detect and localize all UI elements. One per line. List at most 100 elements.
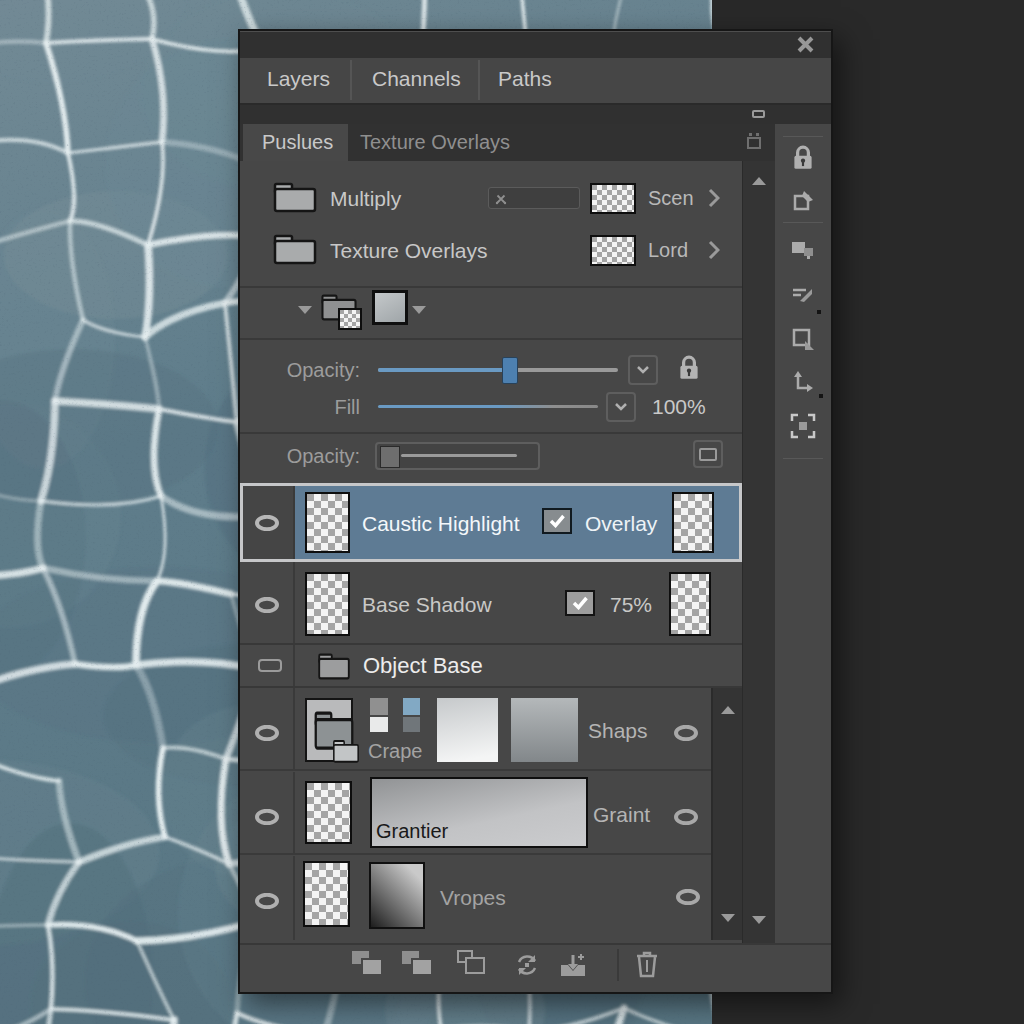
fill-label: Fill [260,395,360,419]
opacity-label: Opacity: [260,358,360,382]
group-texture-overlays-label[interactable]: Texture Overlays [330,238,488,264]
layer-mask-thumbnail[interactable] [669,572,711,636]
visibility-cell[interactable] [240,645,295,686]
layer-thumbnail[interactable] [305,492,350,553]
layer-thumbnail[interactable] [303,861,350,927]
layer-name[interactable]: Base Shadow [362,592,492,618]
tool-separator-top [783,136,823,137]
eye-icon[interactable] [254,515,280,531]
refresh-icon[interactable] [513,951,541,979]
visibility-cell[interactable] [240,772,295,853]
close-icon[interactable] [796,36,815,53]
tool-separator-bottom [783,458,823,459]
mixer-left-dropdown-icon[interactable] [298,306,312,314]
layer-thumbnail[interactable] [305,572,350,636]
opacity2-button[interactable] [693,440,723,468]
tool-separator-mid [783,222,823,223]
layer-row-vropes[interactable]: Vropes [240,856,711,940]
panel-title-bar[interactable] [240,31,831,59]
eye-icon[interactable] [254,893,280,909]
doc-tab-inactive-label[interactable]: Texture Overlays [360,130,510,154]
trash-icon[interactable] [635,949,659,979]
eye-icon-right[interactable] [673,809,699,825]
opacity-slider-handle[interactable] [502,357,518,384]
folder-icon-object-base[interactable] [317,651,351,681]
layer-row-grantier[interactable]: Grantier Graint [240,772,711,855]
panel-menu-icon[interactable] [752,110,765,118]
layer-mode-label[interactable]: Overlay [585,511,657,537]
rotate-arrows-icon[interactable] [790,370,816,396]
layer-tag: Shaps [588,718,648,744]
scroll-down-icon[interactable] [752,916,766,924]
layer-name[interactable]: Crape [368,739,422,763]
gradient-thumbnail-light[interactable] [437,698,498,762]
gradient-thumbnail-gray[interactable] [511,698,578,762]
scroll-up-icon[interactable] [721,706,735,714]
layer-checkbox[interactable] [565,590,595,616]
mixer-swatch[interactable] [372,290,408,325]
layer-name[interactable]: Vropes [440,885,506,911]
eye-icon[interactable] [254,809,280,825]
visibility-cell[interactable] [240,688,295,769]
panel-scrollbar[interactable] [742,161,775,943]
opacity2-slider-handle[interactable] [380,446,400,468]
opacity-dropdown-button[interactable] [628,355,658,385]
new-layer-icon[interactable] [352,951,392,981]
smart-object-small-folder-icon[interactable] [332,738,360,764]
doc-tab-active-label: Puslues [262,130,333,154]
group-multiply-expand-icon[interactable] [708,188,720,208]
visibility-cell[interactable] [240,856,295,940]
layer-row-crape[interactable]: Crape Shaps [240,688,711,771]
lock-tool-icon[interactable] [790,144,816,172]
group-scrollbar[interactable] [711,688,742,940]
page-transform-icon[interactable] [790,189,816,215]
import-icon[interactable] [558,951,588,979]
folder-icon-texture-overlays[interactable] [272,232,318,266]
panel-strip [240,105,831,124]
layer-checkbox[interactable] [542,508,572,534]
layer-row-base-shadow[interactable]: Base Shadow 75% [240,562,742,645]
layers-shapes-icon[interactable] [790,236,816,262]
new-group-icon[interactable] [402,951,442,981]
scroll-down-icon[interactable] [721,914,735,922]
layer-thumbnail[interactable] [305,781,352,844]
tab-channels[interactable]: Channels [372,67,461,91]
eye-icon-right[interactable] [675,889,701,905]
doc-tab-panel-icon[interactable] [745,130,763,152]
visibility-cell[interactable] [243,486,295,559]
group-multiply-label[interactable]: Multiply [330,186,401,212]
layer-name[interactable]: Caustic Highlight [362,511,520,537]
lock-icon-small[interactable] [676,354,702,382]
eye-icon[interactable] [254,597,280,613]
visibility-board-icon[interactable] [258,659,282,672]
scroll-up-icon[interactable] [752,177,766,185]
eye-icon[interactable] [254,725,280,741]
visibility-cell[interactable] [240,562,295,643]
blend-mode-field[interactable] [488,187,580,209]
list-edit-icon[interactable] [790,282,816,308]
focus-target-icon[interactable] [790,413,816,439]
group-multiply-thumbnail[interactable] [590,183,636,214]
layer-row-object-base[interactable]: Object Base [240,645,742,688]
duplicate-icon[interactable] [457,950,497,982]
fill-dropdown-button[interactable] [606,392,636,422]
opacity2-slider[interactable] [375,442,540,470]
mixer-right-dropdown-icon[interactable] [412,306,426,314]
eye-icon-right[interactable] [673,725,699,741]
folder-icon-multiply[interactable] [272,180,318,214]
tool-flyout-dot-2 [819,394,823,398]
mixer-folder-badge [338,308,362,330]
gradient-bar[interactable]: Grantier [370,777,588,848]
layer-row-caustic-highlight[interactable]: Caustic Highlight Overlay [240,483,742,562]
group-texture-overlays-thumbnail[interactable] [590,235,636,266]
layer-name[interactable]: Object Base [363,652,483,680]
layer-mask-thumbnail[interactable] [672,492,714,553]
divider-3 [240,432,742,434]
fill-slider-track[interactable] [378,405,598,408]
group-texture-overlays-expand-icon[interactable] [708,240,720,260]
crop-frame-icon[interactable] [790,326,816,352]
swatch-white [370,717,388,732]
gradient-thumbnail[interactable] [369,862,425,929]
tab-layers[interactable]: Layers [267,67,330,91]
tab-paths[interactable]: Paths [498,67,552,91]
